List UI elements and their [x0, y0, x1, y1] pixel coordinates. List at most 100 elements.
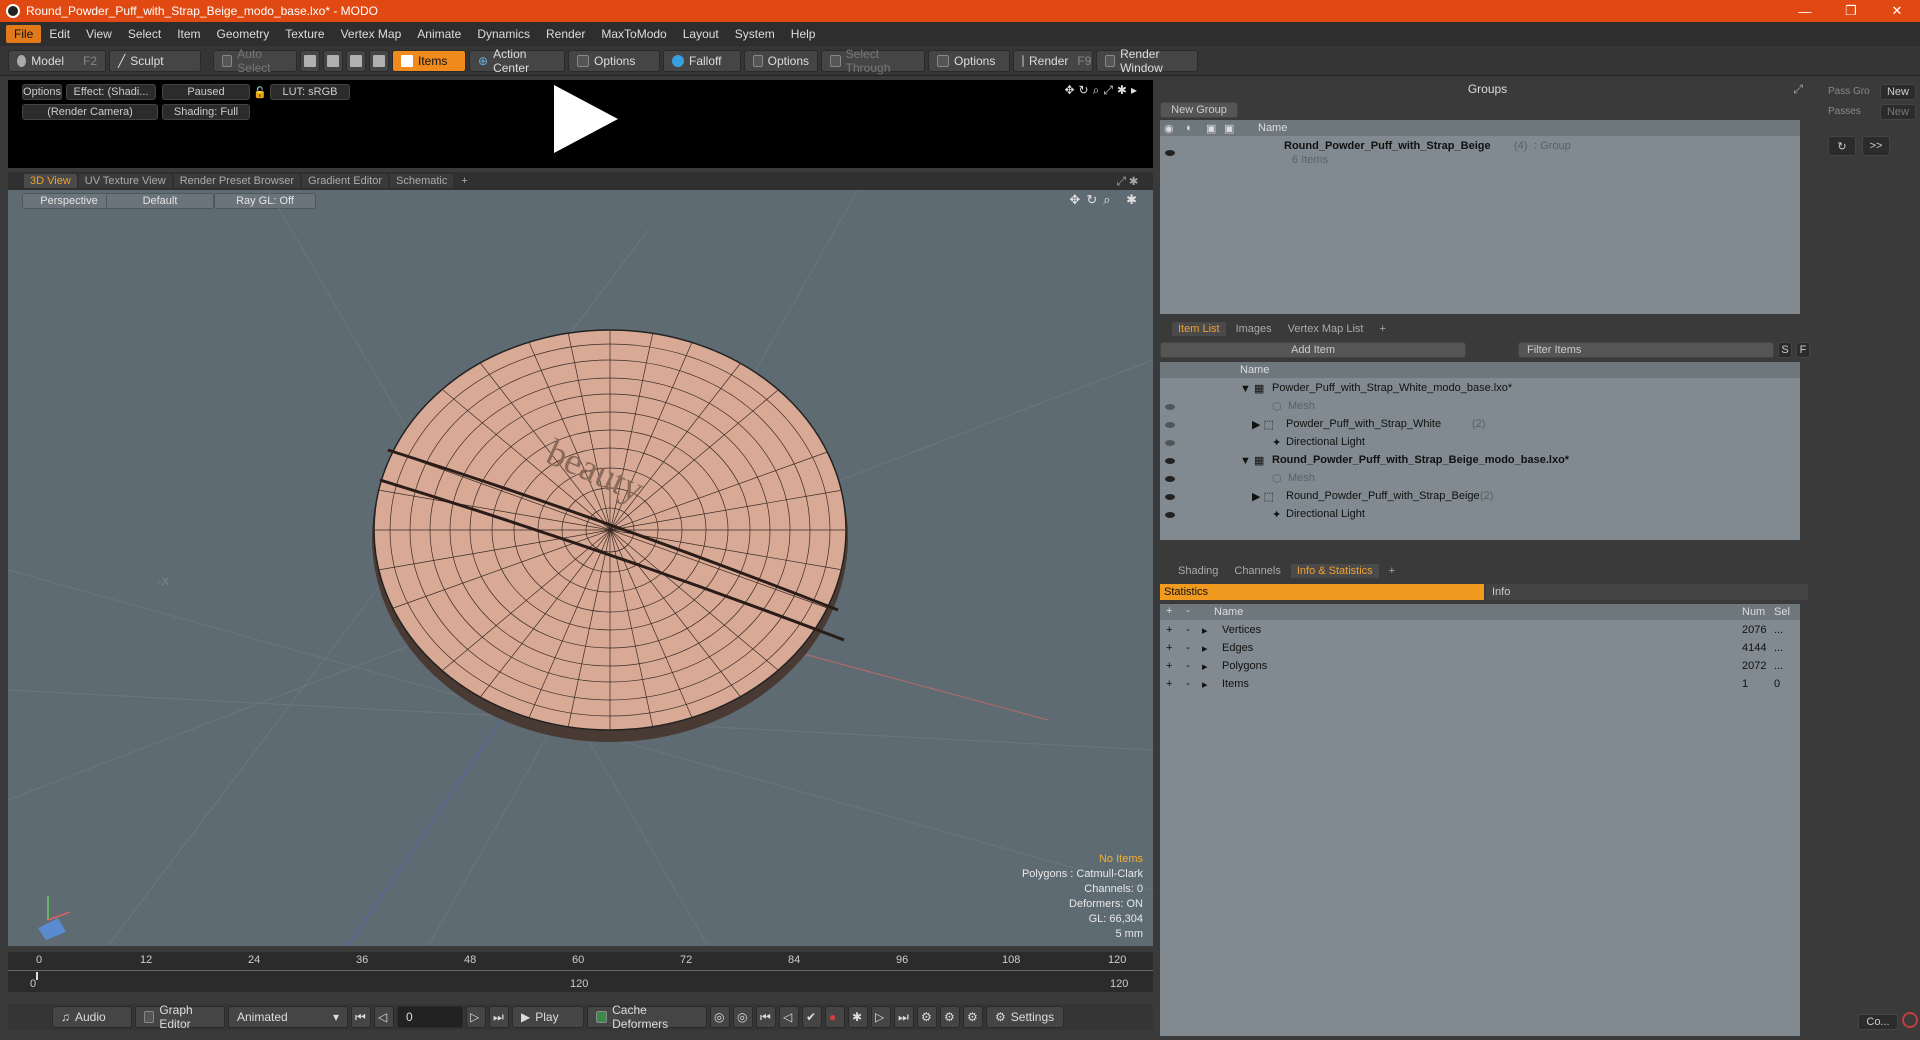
table-row[interactable]: + - ▸ Edges 4144 ... — [1160, 640, 1800, 658]
falloff-button[interactable]: Falloff — [663, 49, 741, 72]
frame-input[interactable]: 0 — [397, 1006, 463, 1028]
expand-icon[interactable]: ▶ ⬚ — [1252, 418, 1274, 431]
preview-options-button[interactable]: Options — [22, 84, 62, 100]
next-key-button[interactable]: ▷ — [466, 1006, 486, 1028]
falloff-options-button[interactable]: Options — [744, 49, 818, 72]
playhead[interactable] — [36, 972, 38, 980]
more-button[interactable]: >> — [1862, 136, 1890, 156]
action-center-button[interactable]: ⊕ Action Center — [469, 47, 565, 75]
menu-layout[interactable]: Layout — [675, 25, 727, 43]
close-button[interactable]: ✕ — [1874, 0, 1920, 22]
menu-animate[interactable]: Animate — [409, 25, 469, 43]
tab-shading[interactable]: Shading — [1172, 564, 1225, 578]
table-row[interactable]: + - ▸ Items 1 0 — [1160, 676, 1800, 694]
audio-button[interactable]: ♫ Audio — [52, 1006, 132, 1028]
minus-icon[interactable]: - — [1186, 642, 1190, 654]
graph-editor-button[interactable]: Graph Editor — [135, 1003, 225, 1031]
key-icon-7[interactable]: ▷ — [871, 1006, 891, 1028]
tab-images[interactable]: Images — [1229, 322, 1278, 336]
menu-geometry[interactable]: Geometry — [209, 25, 278, 43]
shading-dropdown[interactable]: Shading: Full — [162, 104, 250, 120]
lut-dropdown[interactable]: LUT: sRGB — [270, 84, 350, 100]
menu-render[interactable]: Render — [538, 25, 593, 43]
tab-gradient-editor[interactable]: Gradient Editor — [302, 174, 388, 188]
tab-info-statistics[interactable]: Info & Statistics — [1290, 564, 1379, 578]
f-button[interactable]: F — [1796, 342, 1810, 358]
tab-render-preset-browser[interactable]: Render Preset Browser — [173, 174, 301, 188]
key-icon-2[interactable]: ◎ — [733, 1006, 753, 1028]
select-through-button[interactable]: Select Through — [821, 47, 925, 75]
key-icon-9[interactable]: ⚙ — [917, 1006, 937, 1028]
list-item[interactable]: ⬡ Mesh — [1160, 470, 1800, 488]
expand-icon[interactable]: ▸ — [1202, 642, 1208, 655]
tab-channels[interactable]: Channels — [1228, 564, 1287, 578]
add-item-dropdown[interactable]: Add Item — [1160, 342, 1466, 358]
expand-all-icon[interactable]: + — [1166, 605, 1172, 617]
s-button[interactable]: S — [1778, 342, 1792, 358]
preview-nav-icons[interactable]: ✥↻⌕⤢✱▸ — [1064, 83, 1141, 98]
add-tab-button[interactable]: + — [1383, 564, 1401, 578]
effect-dropdown[interactable]: Effect: (Shadi... — [66, 84, 156, 100]
collapse-all-icon[interactable]: - — [1186, 605, 1190, 617]
minus-icon[interactable]: - — [1186, 660, 1190, 672]
plus-icon[interactable]: + — [1166, 678, 1172, 690]
key-icon-10[interactable]: ⚙ — [940, 1006, 960, 1028]
menu-view[interactable]: View — [78, 25, 120, 43]
list-item[interactable]: ⬡ Mesh — [1160, 398, 1800, 416]
table-row[interactable]: + - ▸ Polygons 2072 ... — [1160, 658, 1800, 676]
new-pass-group-button[interactable]: New — [1880, 84, 1916, 100]
tab-3d-view[interactable]: 3D View — [24, 174, 77, 188]
menu-edit[interactable]: Edit — [41, 25, 78, 43]
select-through-options-button[interactable]: Options — [928, 49, 1010, 72]
timeline[interactable]: 0 12 24 36 48 60 72 84 96 108 120 0 120 … — [8, 952, 1153, 992]
prev-key-button[interactable]: ◁ — [374, 1006, 394, 1028]
eye-icon[interactable] — [1165, 150, 1175, 156]
model-button[interactable]: Model F2 — [8, 49, 106, 72]
play-button[interactable]: ▶ Play — [512, 1006, 584, 1028]
menu-system[interactable]: System — [727, 25, 783, 43]
action-center-options-button[interactable]: Options — [568, 49, 660, 72]
eye-icon[interactable] — [1165, 512, 1175, 518]
sculpt-button[interactable]: ╱ Sculpt — [109, 49, 201, 72]
eye-icon[interactable] — [1165, 422, 1175, 428]
key-icon-8[interactable]: ⏭ — [894, 1006, 914, 1028]
tab-vertex-map-list[interactable]: Vertex Map List — [1281, 322, 1370, 336]
cache-deformers-button[interactable]: Cache Deformers — [587, 1003, 707, 1031]
animated-dropdown[interactable]: Animated ▾ — [228, 1006, 348, 1028]
group-row[interactable]: Round_Powder_Puff_with_Strap_Beige (4) :… — [1160, 138, 1800, 168]
settings-button[interactable]: ⚙ Settings — [986, 1006, 1064, 1028]
filter-items-input[interactable]: Filter Items — [1518, 342, 1774, 358]
menu-item[interactable]: Item — [169, 25, 208, 43]
key-icon-5[interactable]: ✔ — [802, 1006, 822, 1028]
info-tab[interactable]: Info — [1486, 584, 1808, 600]
new-pass-button[interactable]: New — [1880, 104, 1916, 120]
statistics-tab[interactable]: Statistics — [1160, 584, 1484, 600]
tab-uv-texture-view[interactable]: UV Texture View — [78, 174, 172, 188]
3d-viewport[interactable]: Perspective Default Ray GL: Off ✥↻⌕ ✱ be… — [8, 190, 1153, 946]
list-item[interactable]: ▶ ⬚ Round_Powder_Puff_with_Strap_Beige (… — [1160, 488, 1800, 506]
materials-mode-button[interactable] — [369, 49, 389, 72]
list-item[interactable]: ▼ ▦ Round_Powder_Puff_with_Strap_Beige_m… — [1160, 452, 1800, 470]
expand-icon[interactable]: ▸ — [1202, 660, 1208, 673]
vertices-mode-button[interactable] — [300, 49, 320, 72]
key-icon-11[interactable]: ⚙ — [963, 1006, 983, 1028]
eye-icon[interactable] — [1165, 494, 1175, 500]
list-item[interactable]: ✦ Directional Light — [1160, 434, 1800, 452]
menu-maxtomodo[interactable]: MaxToModo — [593, 25, 674, 43]
camera-dropdown[interactable]: (Render Camera) — [22, 104, 158, 120]
key-icon-1[interactable]: ◎ — [710, 1006, 730, 1028]
refresh-icon[interactable]: ↻ — [1828, 136, 1856, 156]
menu-dynamics[interactable]: Dynamics — [469, 25, 538, 43]
eye-icon[interactable] — [1165, 458, 1175, 464]
menu-help[interactable]: Help — [783, 25, 824, 43]
groups-expand-icon[interactable]: ⤢ — [1793, 82, 1803, 97]
menu-select[interactable]: Select — [120, 25, 169, 43]
expand-icon[interactable]: ▸ — [1202, 678, 1208, 691]
menu-file[interactable]: File — [6, 25, 42, 43]
list-item[interactable]: ▶ ⬚ Powder_Puff_with_Strap_White (2) — [1160, 416, 1800, 434]
maximize-button[interactable]: ❐ — [1828, 0, 1874, 22]
tab-item-list[interactable]: Item List — [1172, 322, 1226, 336]
key-icon-6[interactable]: ✱ — [848, 1006, 868, 1028]
key-icon-4[interactable]: ◁ — [779, 1006, 799, 1028]
plus-icon[interactable]: + — [1166, 624, 1172, 636]
